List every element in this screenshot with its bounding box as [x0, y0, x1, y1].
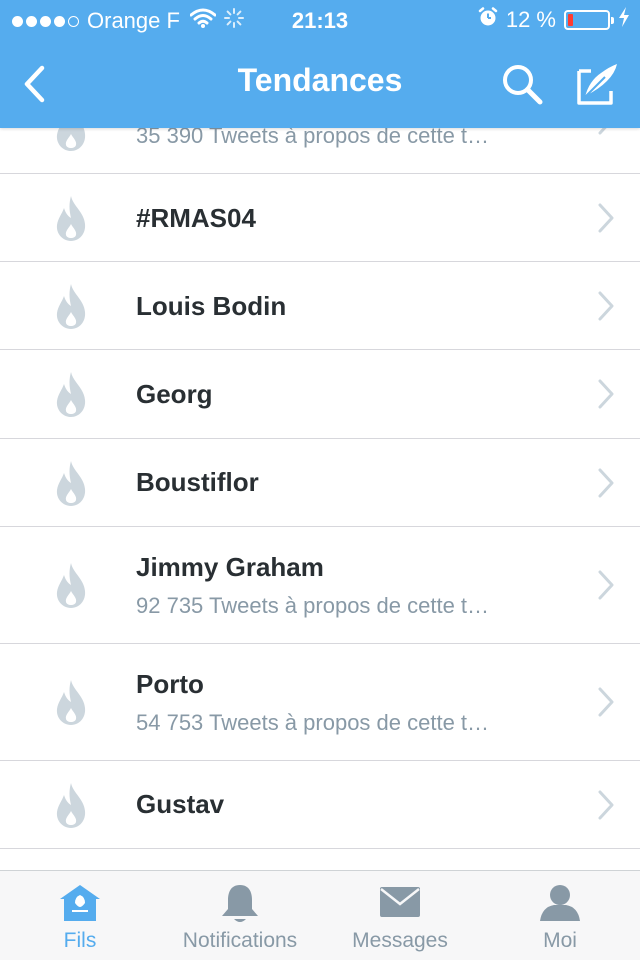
trend-text: Louis Bodin	[136, 291, 550, 322]
status-right: 12 %	[478, 7, 630, 33]
compose-quill-icon	[577, 64, 617, 105]
trend-row[interactable]: #RMAS04	[0, 174, 640, 262]
trend-name: Jimmy Graham	[136, 552, 324, 582]
trend-name: Louis Bodin	[136, 291, 287, 321]
alarm-icon	[478, 7, 498, 33]
trend-row[interactable]: Porto 54 753 Tweets à propos de cette t…	[0, 644, 640, 761]
flame-icon	[56, 461, 86, 506]
charging-bolt-icon	[618, 7, 630, 33]
trend-row[interactable]: Georg	[0, 350, 640, 439]
chevron-right-icon	[598, 468, 614, 498]
chevron-right-icon	[598, 291, 614, 321]
tab-me[interactable]: Moi	[480, 871, 640, 960]
flame-icon	[56, 563, 86, 608]
status-bar: Orange F 21:13 12 %	[0, 0, 640, 40]
compose-tweet-button[interactable]	[570, 56, 626, 112]
trend-text: Georg	[136, 379, 550, 410]
flame-icon	[56, 284, 86, 329]
flame-icon	[56, 196, 86, 241]
trend-name: Porto	[136, 669, 204, 699]
trend-name: #RMAS04	[136, 203, 256, 233]
header: Orange F 21:13 12 % Tendances	[0, 0, 640, 128]
tab-notifications[interactable]: Notifications	[160, 871, 320, 960]
search-button[interactable]	[496, 58, 548, 110]
trend-tweet-count: 92 735 Tweets à propos de cette t…	[136, 593, 490, 618]
battery-icon	[564, 10, 614, 30]
chevron-right-icon	[598, 790, 614, 820]
battery-fill	[568, 14, 573, 26]
chevron-right-icon	[598, 687, 614, 717]
home-icon	[60, 885, 100, 921]
trend-tweet-count: 54 753 Tweets à propos de cette t…	[136, 710, 490, 735]
battery-percent: 12 %	[505, 7, 556, 32]
trend-name: Georg	[136, 379, 213, 409]
tab-home[interactable]: Fils	[0, 871, 160, 960]
tab-messages[interactable]: Messages	[320, 871, 480, 960]
trend-row[interactable]: Boustiflor	[0, 439, 640, 527]
tab-label: Moi	[543, 929, 577, 952]
trend-row[interactable]: Louis Bodin	[0, 262, 640, 350]
trend-name: Boustiflor	[136, 467, 259, 497]
bell-icon	[222, 885, 258, 922]
tab-label: Notifications	[182, 929, 298, 952]
trend-text: #RMAS04	[136, 203, 550, 234]
person-icon	[540, 885, 580, 921]
trend-text: Boustiflor	[136, 467, 550, 498]
trend-text: Gustav	[136, 789, 550, 820]
flame-icon	[56, 783, 86, 828]
trends-list[interactable]: 35 390 Tweets à propos de cette t… #RMAS…	[0, 86, 640, 870]
chevron-right-icon	[598, 570, 614, 600]
trend-row[interactable]: Jimmy Graham 92 735 Tweets à propos de c…	[0, 527, 640, 644]
envelope-icon	[380, 887, 420, 917]
trend-text: Jimmy Graham 92 735 Tweets à propos de c…	[136, 552, 550, 619]
tab-bar: Fils Notifications Messages Moi	[0, 870, 640, 960]
flame-icon	[56, 372, 86, 417]
tab-label: Fils	[63, 929, 97, 952]
trend-row[interactable]: Gustav	[0, 761, 640, 849]
trend-text: Porto 54 753 Tweets à propos de cette t…	[136, 669, 550, 736]
search-icon	[503, 65, 543, 105]
chevron-right-icon	[598, 203, 614, 233]
chevron-right-icon	[598, 379, 614, 409]
tab-label: Messages	[352, 929, 448, 952]
flame-icon	[56, 680, 86, 725]
trend-name: Gustav	[136, 789, 225, 819]
nav-bar: Tendances	[0, 40, 640, 128]
